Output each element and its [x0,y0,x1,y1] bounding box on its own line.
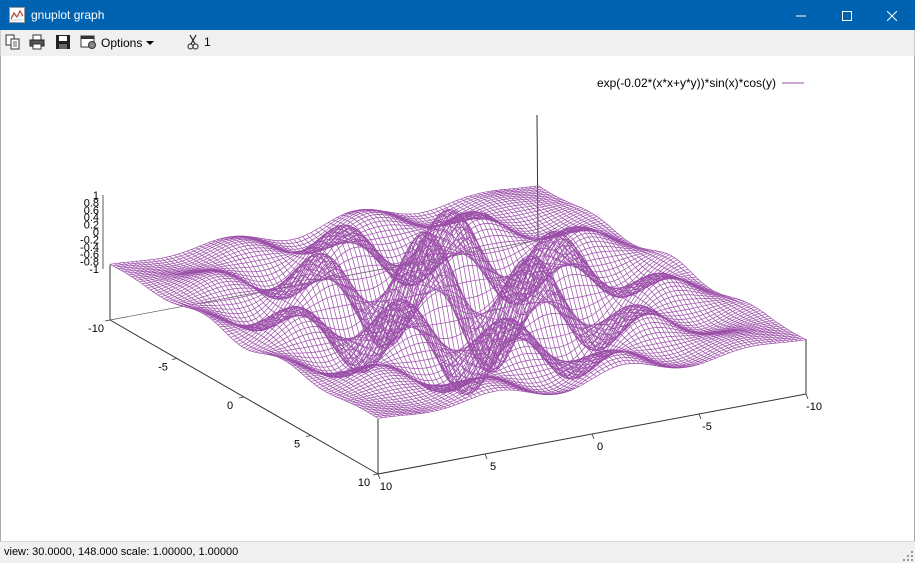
legend: exp(-0.02*(x*x+y*y))*sin(x)*cos(y) [597,76,804,90]
options-menu-button[interactable] [80,34,98,52]
copy-button[interactable] [5,34,21,52]
y-tick-mark [372,473,379,476]
window-title: gnuplot graph [31,8,105,22]
y-tick-label: -5 [158,362,168,374]
options-label[interactable]: Options [101,36,142,50]
copy-icon [5,34,20,50]
x-tick-mark [698,413,702,420]
title-bar: gnuplot graph [0,0,915,30]
close-icon [886,10,898,22]
y-tick-mark [305,435,312,437]
maximize-icon [842,11,852,22]
y-tick-mark [238,396,245,399]
close-button[interactable] [869,0,915,30]
plot-area[interactable]: -10 -5 0 5 10 -10 -5 0 5 10 1 0.8 0.6 0.4 0.2 0 -0.2 -0.4… [0,56,915,541]
y-tick-label: -10 [88,323,104,335]
y-tick-label: 5 [294,439,300,451]
print-button[interactable] [29,34,45,52]
y-tick-label: 0 [227,400,233,412]
status-view-readout: view: 30.0000, 148.000 scale: 1.00000, 1… [4,546,239,558]
y-tick-label: 10 [358,477,370,489]
resize-grip-icon[interactable] [903,551,913,561]
surface-mesh [109,185,807,419]
minimize-button[interactable] [778,0,824,30]
maximize-button[interactable] [824,0,870,30]
surface-mesh-y-lines [109,185,807,419]
x-tick-label: 5 [490,461,496,473]
x-tick-label: -5 [702,421,712,433]
x-tick-mark [591,433,595,440]
x-tick-label: -10 [806,401,822,413]
toolbar: Options 1 [0,30,915,56]
y-tick-mark [104,319,111,322]
z-tick-label: -1 [89,264,99,276]
x-tick-mark [484,453,488,460]
status-bar: view: 30.0000, 148.000 scale: 1.00000, 1… [0,541,915,563]
print-icon [29,34,45,50]
grid-count-label: 1 [204,35,211,49]
gnuplot-app-icon [9,7,25,23]
surface-plot: -10-50510-10-5051010.80.60.40.20-0.2-0.4… [80,76,822,493]
save-icon [56,35,70,49]
chevron-down-icon [146,41,154,45]
x-tick-label: 0 [597,441,603,453]
save-button[interactable] [55,34,71,52]
minimize-icon [796,15,806,17]
legend-label: exp(-0.02*(x*x+y*y))*sin(x)*cos(y) [597,76,776,90]
scissors-icon [187,34,199,50]
x-tick-label: 10 [380,481,392,493]
grid-toggle-button[interactable] [187,34,199,52]
x-tick-mark [805,393,809,400]
y-tick-mark [171,358,178,360]
options-icon [80,35,96,49]
x-tick-mark [377,473,381,480]
